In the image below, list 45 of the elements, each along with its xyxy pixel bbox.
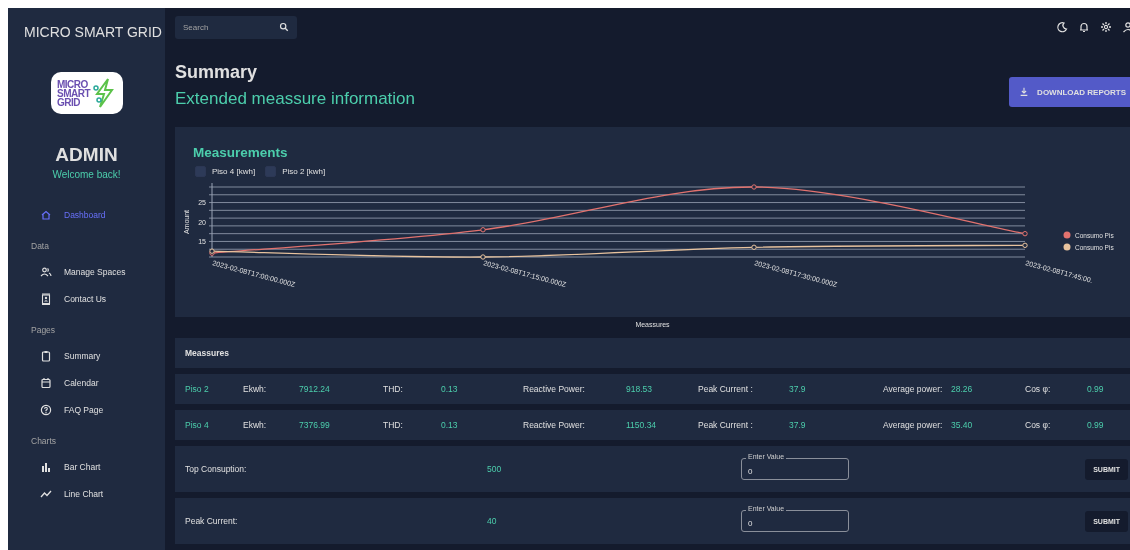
app-title: MICRO SMART GRID: [23, 23, 163, 42]
field-value: 7912.24: [299, 384, 331, 394]
section-heading: Data: [30, 240, 50, 253]
field-label: Top Consuption:: [185, 464, 248, 474]
field-value: 40: [487, 516, 498, 526]
field-label: THD:: [383, 420, 404, 430]
checkbox-label: Piso 2 [kwh]: [282, 167, 326, 176]
field-label: Average power:: [883, 384, 944, 394]
field-value: 37.9: [789, 420, 807, 430]
section-heading: Pages: [30, 324, 57, 337]
row-label: Piso 4: [185, 420, 210, 430]
field-value: 1150.34: [626, 420, 658, 430]
field-label: Ekwh:: [243, 384, 268, 394]
user-name: ADMIN: [54, 144, 119, 166]
field-value: 0.99: [1087, 384, 1105, 394]
field-label: Average power:: [883, 420, 944, 430]
field-value: 35.40: [951, 420, 974, 430]
field-value: 918.53: [626, 384, 653, 394]
field-value: 7376.99: [299, 420, 331, 430]
field-value: 0.13: [441, 384, 459, 394]
section-header: Meassures: [175, 338, 1130, 368]
chart-title: Measurements: [192, 144, 289, 160]
field-label: Peak Current:: [185, 516, 239, 526]
field-label: Cos φ:: [1025, 420, 1052, 430]
field-value: 500: [487, 464, 503, 474]
field-label: Peak Current :: [698, 420, 754, 430]
field-label: Ekwh:: [243, 420, 268, 430]
row-label: Piso 2: [185, 384, 210, 394]
page-title: Summary: [175, 62, 259, 83]
section-heading: Charts: [30, 435, 58, 448]
field-value: 37.9: [789, 384, 807, 394]
logo-text: SMART: [56, 88, 91, 98]
field-value: 28.26: [951, 384, 974, 394]
logo-text: MICRO: [56, 79, 88, 89]
page-subtitle: Extended meassure information: [175, 89, 416, 109]
field-value: 0.99: [1087, 420, 1105, 430]
field-label: Reactive Power:: [523, 384, 586, 394]
field-label: Reactive Power:: [523, 420, 586, 430]
welcome-text: Welcome back!: [51, 169, 122, 180]
logo-text: GRID: [56, 97, 80, 107]
checkbox-label: Piso 4 [kwh]: [212, 167, 256, 176]
field-value: 0.13: [441, 420, 459, 430]
field-label: THD:: [383, 384, 404, 394]
field-label: Peak Current :: [698, 384, 754, 394]
field-label: Cos φ:: [1025, 384, 1052, 394]
